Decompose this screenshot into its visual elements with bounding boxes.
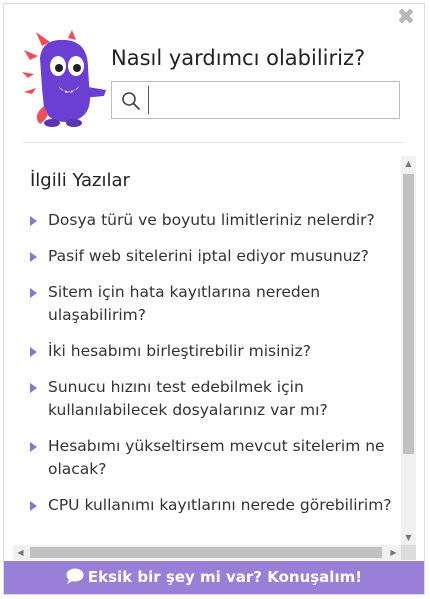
- scrollbar-corner: [401, 545, 416, 560]
- h-scrollbar-thumb[interactable]: [30, 547, 382, 558]
- bullet-triangle-icon: [30, 383, 37, 393]
- close-icon[interactable]: ✖: [396, 7, 416, 29]
- chat-button-label: Eksik bir şey mi var? Konuşalım!: [87, 568, 363, 586]
- article-label: Dosya türü ve boyutu limitleriniz nelerd…: [48, 211, 375, 229]
- article-label: CPU kullanımı kayıtlarını nerede görebil…: [48, 496, 392, 514]
- chat-button[interactable]: Eksik bir şey mi var? Konuşalım!: [4, 561, 424, 594]
- article-list: Dosya türü ve boyutu limitleriniz nelerd…: [30, 209, 392, 517]
- horizontal-scrollbar[interactable]: ◀ ▶: [13, 545, 401, 560]
- vertical-scrollbar[interactable]: ▲ ▼: [401, 156, 416, 545]
- article-label: Hesabımı yükseltirsem mevcut sitelerim n…: [48, 437, 385, 478]
- bullet-triangle-icon: [30, 216, 37, 226]
- article-label: İki hesabımı birleştirebilir misiniz?: [48, 342, 311, 360]
- bullet-triangle-icon: [30, 288, 37, 298]
- article-link[interactable]: Pasif web sitelerini iptal ediyor musunu…: [30, 245, 392, 268]
- widget-title: Nasıl yardımcı olabiliriz?: [111, 46, 366, 70]
- articles-content: İlgili Yazılar Dosya türü ve boyutu limi…: [30, 170, 392, 530]
- article-link[interactable]: CPU kullanımı kayıtlarını nerede görebil…: [30, 494, 392, 517]
- divider: [23, 142, 403, 143]
- article-label: Sitem için hata kayıtlarına nereden ulaş…: [48, 283, 321, 324]
- bullet-triangle-icon: [30, 442, 37, 452]
- help-widget: ✖ Nasıl yardımcı olabiliriz? İlgili Yazı…: [3, 3, 425, 595]
- article-link[interactable]: Dosya türü ve boyutu limitleriniz nelerd…: [30, 209, 392, 232]
- article-link[interactable]: Hesabımı yükseltirsem mevcut sitelerim n…: [30, 435, 392, 481]
- scroll-down-icon[interactable]: ▼: [401, 530, 416, 545]
- article-link[interactable]: Sunucu hızını test edebilmek için kullan…: [30, 376, 392, 422]
- bullet-triangle-icon: [30, 347, 37, 357]
- article-label: Sunucu hızını test edebilmek için kullan…: [48, 378, 328, 419]
- section-title: İlgili Yazılar: [30, 170, 130, 191]
- scroll-up-icon[interactable]: ▲: [401, 156, 416, 171]
- article-label: Pasif web sitelerini iptal ediyor musunu…: [48, 247, 369, 265]
- scroll-left-icon[interactable]: ◀: [13, 545, 28, 560]
- article-link[interactable]: İki hesabımı birleştirebilir misiniz?: [30, 340, 392, 363]
- search-icon: [122, 92, 141, 111]
- articles-scroll-area[interactable]: İlgili Yazılar Dosya türü ve boyutu limi…: [13, 156, 416, 560]
- bullet-triangle-icon: [30, 252, 37, 262]
- bullet-triangle-icon: [30, 501, 37, 511]
- search-input[interactable]: [148, 86, 393, 114]
- scrollbar-thumb[interactable]: [403, 174, 414, 454]
- scroll-right-icon[interactable]: ▶: [386, 545, 401, 560]
- mascot-icon: [22, 30, 106, 127]
- article-link[interactable]: Sitem için hata kayıtlarına nereden ulaş…: [30, 281, 392, 327]
- search-box[interactable]: [111, 81, 400, 119]
- chat-icon: [66, 568, 84, 584]
